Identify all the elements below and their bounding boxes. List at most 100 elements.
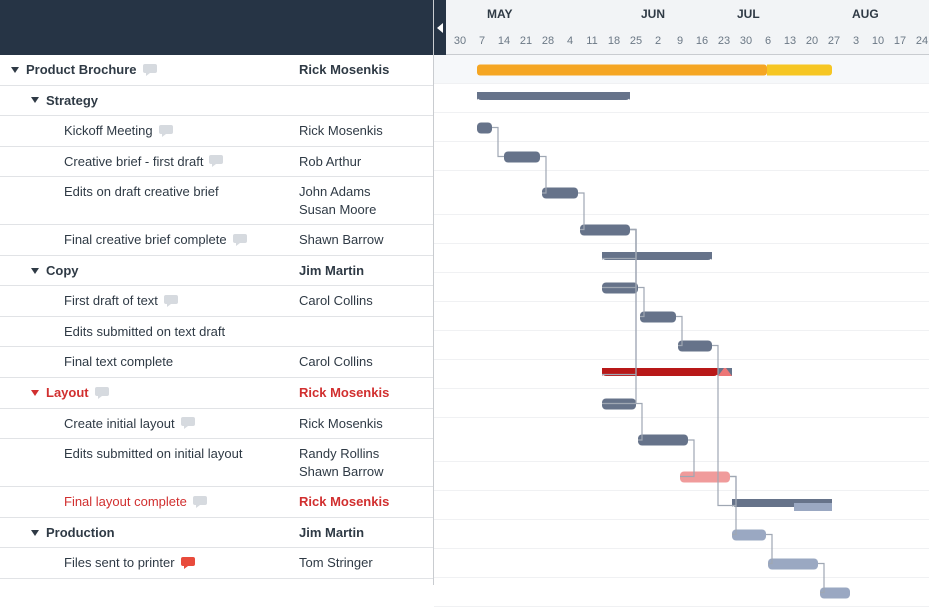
day-label: 16 — [696, 35, 708, 47]
gantt-bar[interactable] — [680, 471, 730, 482]
gantt-row — [434, 302, 929, 331]
task-cell[interactable]: First draft of text — [0, 286, 299, 316]
chat-icon[interactable] — [143, 64, 157, 76]
chat-icon[interactable] — [95, 387, 109, 399]
task-name: Final creative brief complete — [64, 231, 227, 249]
gantt-bar[interactable] — [767, 64, 832, 75]
task-list-header — [0, 0, 433, 55]
gantt-bar[interactable] — [768, 558, 818, 569]
day-label: 3 — [853, 35, 859, 47]
gantt-bar[interactable] — [580, 224, 630, 235]
task-cell[interactable]: Strategy — [0, 86, 299, 116]
day-label: 25 — [630, 35, 642, 47]
task-row[interactable]: Final layout completeRick Mosenkis — [0, 487, 433, 518]
chat-icon[interactable] — [181, 557, 195, 569]
day-label: 9 — [677, 35, 683, 47]
chat-icon[interactable] — [233, 234, 247, 246]
expand-icon[interactable] — [30, 529, 40, 537]
task-cell[interactable]: Files sent to printer — [0, 548, 299, 578]
gantt-summary-bar[interactable] — [602, 252, 712, 260]
responsible-cell: Jim Martin — [299, 518, 433, 548]
task-row[interactable]: Production Jim Martin — [0, 518, 433, 549]
task-cell[interactable]: Final layout complete — [0, 487, 299, 517]
expand-icon[interactable] — [30, 389, 40, 397]
task-cell[interactable]: Copy — [0, 256, 299, 286]
task-row[interactable]: Edits submitted on text draft — [0, 317, 433, 348]
gantt-bar[interactable] — [638, 435, 688, 446]
task-name: Product Brochure — [26, 61, 137, 79]
task-name: Copy — [46, 262, 79, 280]
task-row[interactable]: Final creative brief completeShawn Barro… — [0, 225, 433, 256]
day-label: 28 — [542, 35, 554, 47]
month-label: AUG — [852, 7, 879, 21]
collapse-panel-button[interactable] — [434, 0, 446, 55]
task-row[interactable]: Create initial layoutRick Mosenkis — [0, 409, 433, 440]
gantt-bar[interactable] — [678, 340, 712, 351]
task-cell[interactable]: Edits submitted on initial layout — [0, 439, 299, 469]
task-name: Edits on draft creative brief — [64, 183, 219, 201]
chat-icon[interactable] — [164, 295, 178, 307]
task-cell[interactable]: Production — [0, 518, 299, 548]
task-row[interactable]: Proofs received from printer[Pronto Prin… — [0, 579, 433, 585]
task-cell[interactable]: Kickoff Meeting — [0, 116, 299, 146]
gantt-summary-bar[interactable] — [477, 92, 630, 100]
task-row[interactable]: Copy Jim Martin — [0, 256, 433, 287]
expand-icon[interactable] — [30, 267, 40, 275]
gantt-row — [434, 520, 929, 549]
task-name: Final text complete — [64, 353, 173, 371]
task-row[interactable]: Kickoff MeetingRick Mosenkis — [0, 116, 433, 147]
gantt-bar[interactable] — [602, 398, 636, 409]
day-label: 24 — [916, 35, 928, 47]
gantt-bar[interactable] — [732, 529, 766, 540]
task-cell[interactable]: Product Brochure — [0, 55, 299, 85]
task-row[interactable]: Files sent to printerTom Stringer — [0, 548, 433, 579]
header-responsible[interactable] — [299, 0, 433, 55]
task-row[interactable]: Creative brief - first draftRob Arthur — [0, 147, 433, 178]
task-cell[interactable]: Final text complete — [0, 347, 299, 377]
gantt-bar[interactable] — [542, 188, 578, 199]
task-cell[interactable]: Creative brief - first draft — [0, 147, 299, 177]
day-label: 13 — [784, 35, 796, 47]
timeline-days: 30714212841118252916233061320273101724 — [434, 27, 929, 55]
chat-icon[interactable] — [193, 496, 207, 508]
task-cell[interactable]: Create initial layout — [0, 409, 299, 439]
task-row[interactable]: Product BrochureRick Mosenkis — [0, 55, 433, 86]
header-task[interactable] — [0, 0, 299, 55]
task-cell[interactable]: Edits submitted on text draft — [0, 317, 299, 347]
task-row[interactable]: Final text completeCarol Collins — [0, 347, 433, 378]
task-name: Production — [46, 524, 115, 542]
task-row[interactable]: LayoutRick Mosenkis — [0, 378, 433, 409]
task-name: Creative brief - first draft — [64, 153, 203, 171]
expand-icon[interactable] — [30, 96, 40, 104]
gantt-summary-bar[interactable] — [602, 368, 718, 376]
task-row[interactable]: Edits on draft creative briefJohn AdamsS… — [0, 177, 433, 225]
gantt-bar[interactable] — [602, 282, 638, 293]
day-label: 14 — [498, 35, 510, 47]
day-label: 6 — [765, 35, 771, 47]
day-label: 30 — [454, 35, 466, 47]
responsible-cell: Rick Mosenkis — [299, 378, 433, 408]
task-row[interactable]: Edits submitted on initial layoutRandy R… — [0, 439, 433, 487]
task-row[interactable]: First draft of textCarol Collins — [0, 286, 433, 317]
task-cell[interactable]: Edits on draft creative brief — [0, 177, 299, 207]
task-cell[interactable]: Proofs received from printer — [0, 579, 299, 585]
gantt-row — [434, 491, 929, 520]
gantt-body[interactable] — [434, 55, 929, 607]
expand-icon[interactable] — [10, 66, 20, 74]
gantt-bar[interactable] — [477, 64, 767, 75]
gantt-bar[interactable] — [477, 122, 492, 133]
task-cell[interactable]: Layout — [0, 378, 299, 408]
gantt-bar[interactable] — [820, 587, 850, 598]
task-cell[interactable]: Final creative brief complete — [0, 225, 299, 255]
responsible-cell: Randy RollinsShawn Barrow — [299, 439, 433, 486]
gantt-bar[interactable] — [504, 151, 540, 162]
responsible-cell: Jim Martin — [299, 256, 433, 286]
gantt-bar[interactable] — [640, 311, 676, 322]
chat-icon[interactable] — [181, 417, 195, 429]
responsible-cell: Carol Collins — [299, 286, 433, 316]
responsible-cell: Rick Mosenkis — [299, 409, 433, 439]
gantt-summary-bar — [794, 503, 832, 511]
chat-icon[interactable] — [209, 155, 223, 167]
chat-icon[interactable] — [159, 125, 173, 137]
task-row[interactable]: Strategy — [0, 86, 433, 117]
